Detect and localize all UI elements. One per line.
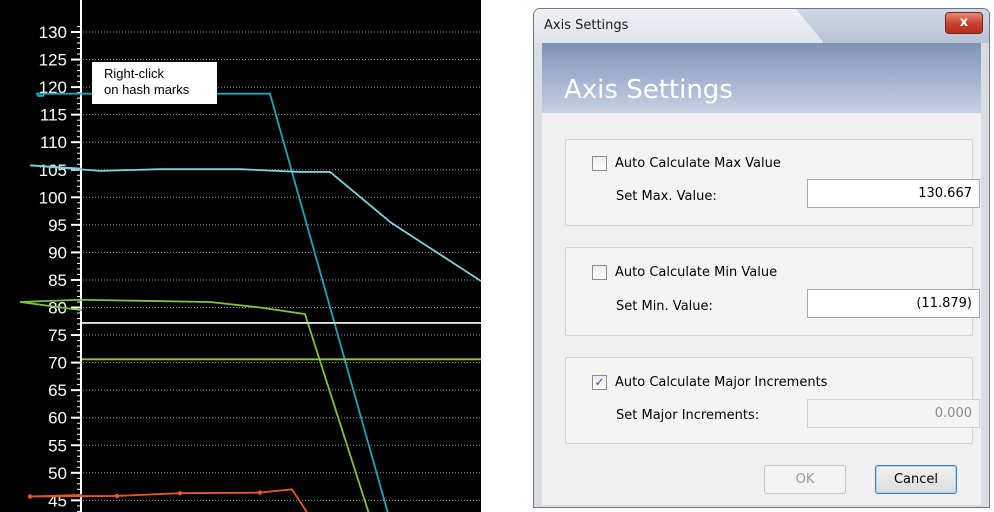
y-tick-label: 50	[48, 464, 67, 483]
min-value-label: Set Min. Value:	[616, 299, 713, 314]
series-point	[27, 494, 33, 499]
series-line-2	[19, 298, 370, 512]
y-tick-label: 110	[40, 133, 67, 152]
callout-line-1: Right-click	[104, 66, 164, 81]
chart-panel: 130 125 120 115 110 105 100 95 90 85 80 75 70 65 60 55 5…	[0, 0, 481, 512]
y-tick-label: 100	[39, 188, 67, 207]
y-tick-label: 90	[48, 243, 67, 262]
auto-min-checkbox[interactable]	[592, 265, 607, 280]
y-tick-label: 130	[39, 23, 67, 42]
checkbox-mark: ✓	[594, 375, 605, 389]
series-line-1	[29, 164, 481, 282]
y-tick-label: 65	[48, 381, 67, 400]
series-point	[257, 490, 263, 495]
major-increments-group: ✓ Auto Calculate Major Increments Set Ma…	[565, 357, 980, 444]
y-tick-label: 125	[39, 51, 67, 70]
series-point	[177, 490, 183, 496]
cancel-button[interactable]: Cancel	[875, 465, 957, 494]
max-value-input[interactable]	[807, 179, 980, 208]
auto-increments-label: Auto Calculate Major Increments	[615, 375, 828, 390]
dialog-heading: Axis Settings	[564, 75, 733, 105]
title-bar[interactable]: Axis Settings x	[534, 9, 989, 43]
axis-settings-dialog: Axis Settings x Axis Settings Auto Calcu…	[533, 8, 990, 508]
annotation-callout: Right-click on hash marks	[92, 62, 217, 104]
line-chart: 1301251201151101051009590858075706560555…	[19, 0, 481, 512]
y-tick-label: 105	[39, 161, 67, 180]
header-band: Axis Settings	[542, 43, 981, 113]
major-increments-input[interactable]	[807, 399, 980, 428]
y-tick-label: 45	[48, 491, 67, 510]
y-tick-label: 85	[48, 271, 67, 290]
series-point	[114, 493, 120, 499]
min-value-input[interactable]	[807, 289, 980, 318]
window-title: Axis Settings	[544, 18, 629, 33]
auto-max-label: Auto Calculate Max Value	[615, 156, 781, 171]
dialog-body: Auto Calculate Max Value Set Max. Value:…	[542, 113, 981, 505]
y-tick-label: 75	[48, 326, 67, 345]
y-tick-label: 55	[48, 436, 67, 455]
close-button[interactable]: x	[945, 12, 983, 34]
auto-min-label: Auto Calculate Min Value	[615, 265, 778, 280]
max-value-group: Auto Calculate Max Value Set Max. Value:	[565, 139, 980, 226]
auto-max-checkbox[interactable]	[592, 156, 607, 171]
y-tick-label: 70	[48, 354, 67, 373]
min-value-group: Auto Calculate Min Value Set Min. Value:	[565, 247, 980, 336]
y-tick-label: 115	[40, 106, 67, 125]
close-icon: x	[959, 15, 969, 30]
y-tick-label: 60	[48, 409, 67, 428]
y-tick-label: 95	[48, 216, 67, 235]
max-value-label: Set Max. Value:	[616, 189, 717, 204]
auto-increments-checkbox[interactable]: ✓	[592, 375, 607, 390]
callout-line-2: on hash marks	[104, 82, 190, 97]
ok-button[interactable]: OK	[764, 465, 846, 494]
major-increments-label: Set Major Increments:	[616, 408, 760, 423]
